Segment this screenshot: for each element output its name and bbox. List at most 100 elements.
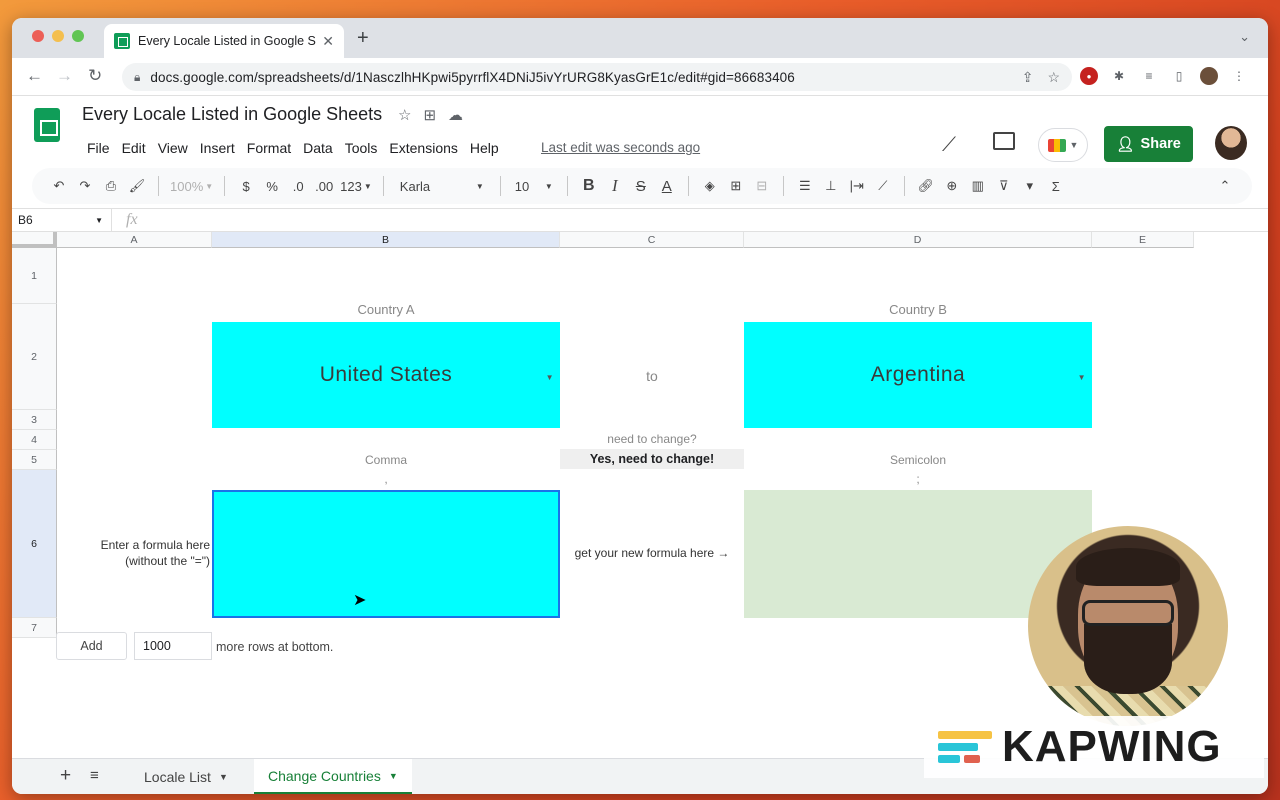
select-all-corner[interactable] xyxy=(12,232,57,248)
print-icon[interactable]: ⎙ xyxy=(98,173,124,199)
more-formats-button[interactable]: 123 ▼ xyxy=(337,173,375,199)
toolbar-divider xyxy=(687,176,689,196)
profile-avatar[interactable] xyxy=(1200,67,1218,85)
star-icon[interactable]: ☆ xyxy=(398,106,411,124)
menu-help[interactable]: Help xyxy=(464,136,505,160)
bookmark-star-icon[interactable]: ☆ xyxy=(1047,69,1060,86)
text-color-icon[interactable]: A xyxy=(654,173,680,199)
strikethrough-icon[interactable]: S xyxy=(628,173,654,199)
menu-view[interactable]: View xyxy=(152,136,194,160)
row-header-3[interactable]: 3 xyxy=(12,410,57,430)
meet-camera-icon xyxy=(1047,138,1066,152)
font-family-select[interactable]: Karla ▼ xyxy=(392,173,492,199)
all-sheets-icon[interactable]: ≡ xyxy=(90,767,99,784)
horizontal-align-icon[interactable]: ☰ xyxy=(792,173,818,199)
insert-link-icon[interactable]: 🔗︎ xyxy=(913,173,939,199)
tab-search-chevron-icon[interactable]: ⌄ xyxy=(1239,29,1250,45)
zoom-select[interactable]: 100% ▼ xyxy=(167,173,216,199)
filter-icon[interactable]: ⊽ xyxy=(991,173,1017,199)
decrease-decimal-button[interactable]: .0 xyxy=(285,173,311,199)
side-panel-icon[interactable]: ▯ xyxy=(1170,67,1188,85)
formula-input-cell[interactable] xyxy=(212,490,560,618)
title-icons: ☆ ⊞ ☁ xyxy=(398,106,463,124)
menu-data[interactable]: Data xyxy=(297,136,339,160)
column-header-b[interactable]: B xyxy=(212,232,560,248)
italic-icon[interactable]: I xyxy=(602,173,628,199)
merge-cells-icon[interactable]: ⊟ xyxy=(749,173,775,199)
share-button[interactable]: 👤︎ Share xyxy=(1104,126,1193,162)
share-page-icon[interactable]: ⇪ xyxy=(1022,69,1034,86)
menu-insert[interactable]: Insert xyxy=(194,136,241,160)
add-rows-button[interactable]: Add xyxy=(56,632,127,660)
row-header-4[interactable]: 4 xyxy=(12,430,57,450)
row-header-5[interactable]: 5 xyxy=(12,450,57,470)
reload-icon[interactable]: ↻ xyxy=(88,66,102,86)
font-size-value: 10 xyxy=(514,178,530,194)
insert-chart-icon[interactable]: ▥ xyxy=(965,173,991,199)
borders-icon[interactable]: ⊞ xyxy=(723,173,749,199)
menu-file[interactable]: File xyxy=(81,136,116,160)
increase-decimal-button[interactable]: .00 xyxy=(311,173,337,199)
maximize-window-button[interactable] xyxy=(72,30,84,42)
text-wrapping-icon[interactable]: |⇥ xyxy=(844,173,870,199)
extensions-puzzle-icon[interactable]: ✱ xyxy=(1110,67,1128,85)
menu-extensions[interactable]: Extensions xyxy=(383,136,463,160)
move-folder-icon[interactable]: ⊞ xyxy=(423,106,436,124)
collapse-toolbar-icon[interactable]: ⌃ xyxy=(1212,173,1238,199)
country-b-dropdown[interactable]: Argentina ▼ xyxy=(744,322,1092,428)
separator-b-name: Semicolon xyxy=(889,453,947,467)
percent-format-button[interactable]: % xyxy=(259,173,285,199)
row-header-1[interactable]: 1 xyxy=(12,248,57,304)
redo-icon[interactable]: ↷ xyxy=(72,173,98,199)
functions-icon[interactable]: Σ xyxy=(1043,173,1069,199)
column-header-c[interactable]: C xyxy=(560,232,744,248)
browser-tab[interactable]: Every Locale Listed in Google S ✕ xyxy=(104,24,344,58)
toolbar-divider xyxy=(499,176,501,196)
row-header-2[interactable]: 2 xyxy=(12,304,57,410)
menu-tools[interactable]: Tools xyxy=(339,136,384,160)
column-header-a[interactable]: A xyxy=(57,232,212,248)
new-tab-icon[interactable]: + xyxy=(357,27,369,50)
last-edit-link[interactable]: Last edit was seconds ago xyxy=(541,140,700,155)
column-header-e[interactable]: E xyxy=(1092,232,1194,248)
media-control-icon[interactable]: ≡ xyxy=(1140,67,1158,85)
add-rows-count-input[interactable]: 1000 xyxy=(134,632,212,660)
country-a-dropdown[interactable]: United States ▼ xyxy=(212,322,560,428)
name-box[interactable]: B6 ▼ xyxy=(12,209,112,231)
cloud-saved-icon[interactable]: ☁ xyxy=(448,106,463,124)
comments-icon[interactable] xyxy=(993,132,1015,150)
add-sheet-icon[interactable]: + xyxy=(60,765,71,787)
activity-trend-icon[interactable]: ⟋ xyxy=(942,134,956,157)
logo-bar xyxy=(964,755,980,763)
text-rotation-icon[interactable]: ⟋ xyxy=(870,173,896,199)
meet-button[interactable]: ▼ xyxy=(1038,128,1088,162)
undo-icon[interactable]: ↶ xyxy=(46,173,72,199)
back-icon[interactable]: ← xyxy=(26,66,43,86)
sheet-tab-change-countries[interactable]: Change Countries ▼ xyxy=(254,759,412,794)
toolbar-divider xyxy=(382,176,384,196)
filter-views-icon[interactable]: ▾ xyxy=(1017,173,1043,199)
vertical-align-icon[interactable]: ⊥ xyxy=(818,173,844,199)
bold-icon[interactable]: B xyxy=(576,173,602,199)
close-tab-icon[interactable]: ✕ xyxy=(322,33,334,50)
close-window-button[interactable] xyxy=(32,30,44,42)
separator-a-name: Comma xyxy=(364,453,407,467)
fill-color-icon[interactable]: ◈ xyxy=(697,173,723,199)
address-bar[interactable]: 🔒︎ docs.google.com/spreadsheets/d/1Nascz… xyxy=(122,63,1072,91)
menu-edit[interactable]: Edit xyxy=(116,136,152,160)
forward-icon[interactable]: → xyxy=(56,66,73,86)
extension-red-icon[interactable]: ● xyxy=(1080,67,1098,85)
insert-comment-icon[interactable]: ⊕ xyxy=(939,173,965,199)
sheet-tab-locale-list[interactable]: Locale List ▼ xyxy=(130,759,242,794)
currency-format-button[interactable]: $ xyxy=(233,173,259,199)
minimize-window-button[interactable] xyxy=(52,30,64,42)
user-avatar[interactable] xyxy=(1215,126,1247,160)
paint-format-icon[interactable]: 🖌︎ xyxy=(124,173,150,199)
sheets-logo-icon[interactable] xyxy=(34,108,60,142)
menu-format[interactable]: Format xyxy=(241,136,297,160)
browser-menu-icon[interactable]: ⋮ xyxy=(1230,67,1248,85)
doc-title[interactable]: Every Locale Listed in Google Sheets xyxy=(82,104,382,125)
row-header-6[interactable]: 6 xyxy=(12,470,57,618)
column-header-d[interactable]: D xyxy=(744,232,1092,248)
font-size-select[interactable]: 10 ▼ xyxy=(509,173,559,199)
